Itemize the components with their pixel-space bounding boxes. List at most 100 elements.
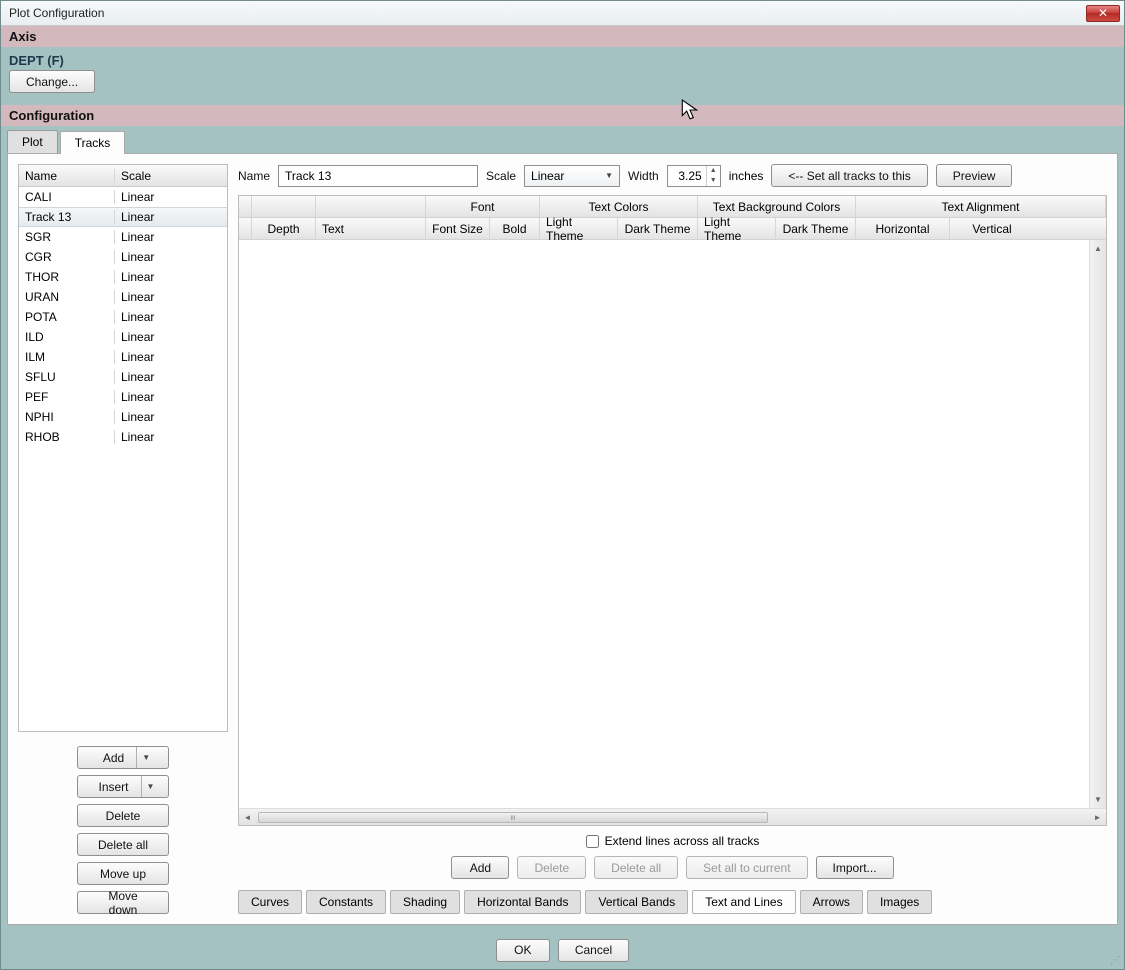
delete-all-tracks-button[interactable]: Delete all <box>77 833 169 856</box>
axis-section-header: Axis <box>1 26 1124 47</box>
track-name-cell: SFLU <box>19 370 115 384</box>
resize-grip-icon[interactable]: ⋰ <box>1110 955 1122 967</box>
delete-all-lines-label: Delete all <box>611 861 661 875</box>
tab-shading[interactable]: Shading <box>390 890 460 914</box>
col-bg-light-theme[interactable]: Light Theme <box>698 218 776 239</box>
track-list-row[interactable]: SFLULinear <box>19 367 227 387</box>
track-scale-cell: Linear <box>115 350 227 364</box>
insert-track-button[interactable]: Insert▼ <box>77 775 169 798</box>
cancel-button[interactable]: Cancel <box>558 939 629 962</box>
track-list-row[interactable]: RHOBLinear <box>19 427 227 447</box>
set-all-to-current-button: Set all to current <box>686 856 807 879</box>
axis-dept-label: DEPT (F) <box>1 47 1124 70</box>
col-text[interactable]: Text <box>316 218 426 239</box>
col-vertical[interactable]: Vertical <box>950 218 1034 239</box>
track-list-col-name[interactable]: Name <box>19 169 115 183</box>
group-font: Font <box>426 196 540 217</box>
name-label: Name <box>238 169 270 183</box>
track-list-row[interactable]: ILMLinear <box>19 347 227 367</box>
width-unit: inches <box>729 169 764 183</box>
preview-button[interactable]: Preview <box>936 164 1013 187</box>
track-detail-panel: Name Scale Linear▼ Width ▲▼ inches <-- S… <box>238 164 1107 914</box>
dialog-button-row: OK Cancel <box>1 931 1124 969</box>
track-scale-cell: Linear <box>115 210 227 224</box>
group-blank1 <box>252 196 316 217</box>
track-list-row[interactable]: Track 13Linear <box>19 207 227 227</box>
outer-tabstrip: Plot Tracks <box>1 126 1124 153</box>
chevron-down-icon[interactable]: ▼ <box>142 782 160 791</box>
chevron-down-icon[interactable]: ▼ <box>137 753 155 762</box>
delete-track-button[interactable]: Delete <box>77 804 169 827</box>
track-list-row[interactable]: ILDLinear <box>19 327 227 347</box>
tab-arrows[interactable]: Arrows <box>800 890 863 914</box>
track-name-cell: SGR <box>19 230 115 244</box>
change-axis-label: Change... <box>26 75 78 89</box>
track-list-row[interactable]: CALILinear <box>19 187 227 207</box>
track-name-cell: ILM <box>19 350 115 364</box>
track-name-input[interactable] <box>278 165 478 187</box>
scroll-up-icon[interactable]: ▲ <box>1090 240 1106 257</box>
import-button[interactable]: Import... <box>816 856 894 879</box>
track-list-col-scale[interactable]: Scale <box>115 169 227 183</box>
width-stepper[interactable]: ▲▼ <box>667 165 721 187</box>
delete-all-lines-button: Delete all <box>594 856 678 879</box>
extend-lines-checkbox[interactable] <box>586 835 599 848</box>
add-line-label: Add <box>470 861 491 875</box>
tracks-tab-body: Name Scale CALILinearTrack 13LinearSGRLi… <box>7 153 1118 925</box>
tab-plot[interactable]: Plot <box>7 130 58 153</box>
track-list-row[interactable]: URANLinear <box>19 287 227 307</box>
col-bg-dark-theme[interactable]: Dark Theme <box>776 218 856 239</box>
track-list-grid[interactable]: Name Scale CALILinearTrack 13LinearSGRLi… <box>18 164 228 732</box>
col-depth[interactable]: Depth <box>252 218 316 239</box>
scale-value: Linear <box>531 169 564 183</box>
scale-label: Scale <box>486 169 516 183</box>
add-line-button[interactable]: Add <box>451 856 509 879</box>
add-track-button[interactable]: Add▼ <box>77 746 169 769</box>
track-name-cell: PEF <box>19 390 115 404</box>
spin-up-icon[interactable]: ▲ <box>706 166 720 176</box>
tab-images[interactable]: Images <box>867 890 932 914</box>
text-lines-grid: Font Text Colors Text Background Colors … <box>238 195 1107 826</box>
tab-constants[interactable]: Constants <box>306 890 386 914</box>
col-light-theme[interactable]: Light Theme <box>540 218 618 239</box>
track-name-cell: URAN <box>19 290 115 304</box>
col-horizontal[interactable]: Horizontal <box>856 218 950 239</box>
track-list-row[interactable]: NPHILinear <box>19 407 227 427</box>
track-list-row[interactable]: POTALinear <box>19 307 227 327</box>
change-axis-button[interactable]: Change... <box>9 70 95 93</box>
tab-curves[interactable]: Curves <box>238 890 302 914</box>
close-button[interactable]: ✕ <box>1086 5 1120 22</box>
track-list-buttons: Add▼ Insert▼ Delete Delete all Move up M… <box>18 746 228 914</box>
track-scale-cell: Linear <box>115 290 227 304</box>
scroll-right-icon[interactable]: ► <box>1089 813 1106 822</box>
configuration-section-header: Configuration <box>1 105 1124 126</box>
spin-down-icon[interactable]: ▼ <box>706 176 720 186</box>
tab-horizontal-bands[interactable]: Horizontal Bands <box>464 890 581 914</box>
track-list-row[interactable]: THORLinear <box>19 267 227 287</box>
width-input[interactable] <box>668 166 706 186</box>
scale-combo[interactable]: Linear▼ <box>524 165 620 187</box>
move-up-button[interactable]: Move up <box>77 862 169 885</box>
track-scale-cell: Linear <box>115 250 227 264</box>
scroll-left-icon[interactable]: ◄ <box>239 813 256 822</box>
tab-vertical-bands[interactable]: Vertical Bands <box>585 890 688 914</box>
col-dark-theme[interactable]: Dark Theme <box>618 218 698 239</box>
scroll-thumb[interactable] <box>258 812 768 823</box>
vertical-scrollbar[interactable]: ▲ ▼ <box>1089 240 1106 808</box>
cancel-label: Cancel <box>575 943 612 957</box>
delete-line-label: Delete <box>534 861 569 875</box>
horizontal-scrollbar[interactable]: ◄ ► <box>239 808 1106 825</box>
track-list-row[interactable]: PEFLinear <box>19 387 227 407</box>
tab-tracks[interactable]: Tracks <box>60 131 126 154</box>
col-bold[interactable]: Bold <box>490 218 540 239</box>
track-list-row[interactable]: CGRLinear <box>19 247 227 267</box>
scroll-down-icon[interactable]: ▼ <box>1090 791 1106 808</box>
set-all-tracks-button[interactable]: <-- Set all tracks to this <box>771 164 927 187</box>
col-font-size[interactable]: Font Size <box>426 218 490 239</box>
preview-label: Preview <box>953 169 996 183</box>
track-list-row[interactable]: SGRLinear <box>19 227 227 247</box>
tab-text-and-lines[interactable]: Text and Lines <box>692 890 795 914</box>
text-lines-grid-body[interactable]: ▲ ▼ <box>239 240 1106 808</box>
move-down-button[interactable]: Move down <box>77 891 169 914</box>
ok-button[interactable]: OK <box>496 939 550 962</box>
